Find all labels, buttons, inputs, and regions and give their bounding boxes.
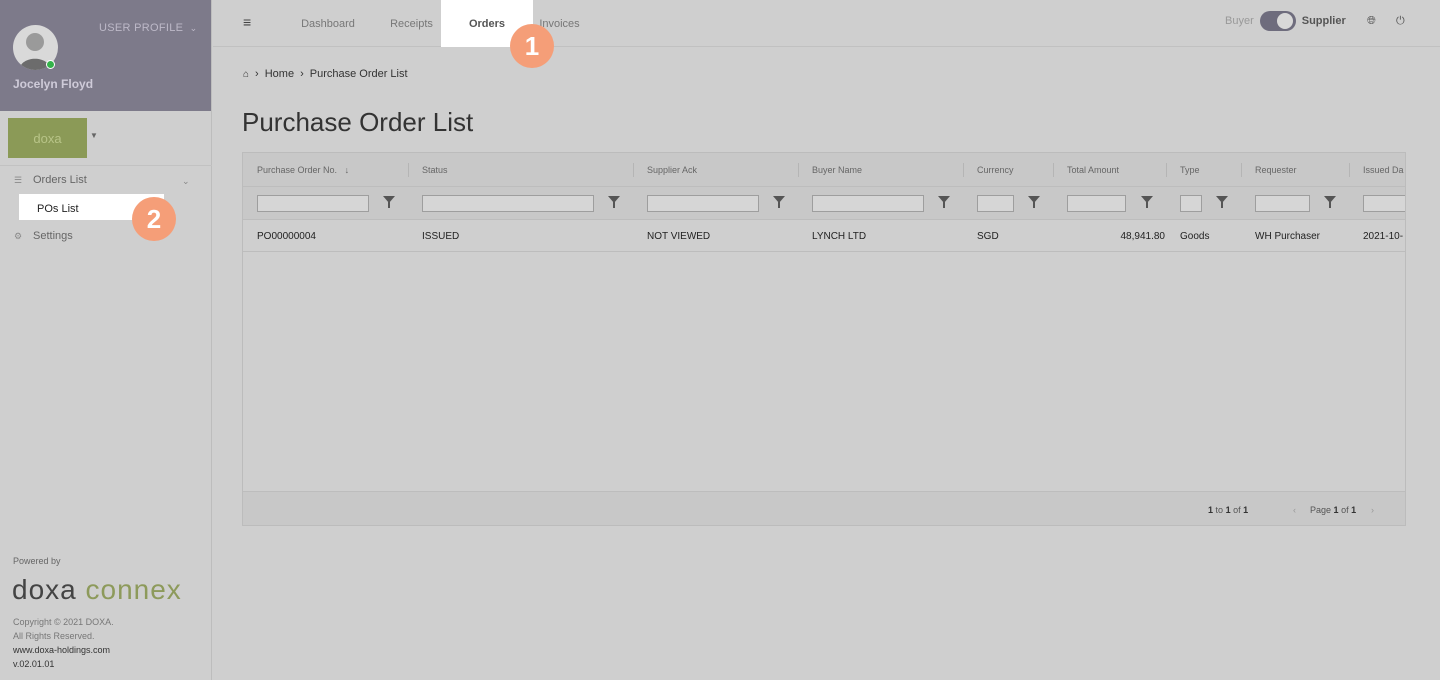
page-indicator: Page 1 of 1 [1310, 505, 1357, 515]
filter-icon[interactable] [1216, 196, 1228, 208]
filter-input-status[interactable] [422, 195, 594, 212]
online-status-dot [46, 60, 55, 69]
cell-requester: WH Purchaser [1255, 231, 1321, 242]
filter-input-currency[interactable] [977, 195, 1014, 212]
col-header-status[interactable]: Status [422, 165, 448, 175]
column-separator[interactable] [798, 163, 799, 177]
list-icon: ☰ [13, 174, 23, 185]
column-separator[interactable] [963, 163, 964, 177]
sidebar-item-settings[interactable]: ⚙ Settings [13, 230, 73, 242]
filter-input-supplier-ack[interactable] [647, 195, 759, 212]
divider [0, 165, 212, 166]
column-separator[interactable] [1166, 163, 1167, 177]
col-header-issued-date[interactable]: Issued Da [1363, 165, 1404, 175]
sidebar-item-label: Settings [33, 230, 73, 242]
website-link[interactable]: www.doxa-holdings.com [13, 645, 110, 655]
cell-supplier-ack: NOT VIEWED [647, 231, 711, 242]
grid-filter-row [243, 187, 1405, 220]
hamburger-menu-icon[interactable]: ≡ [243, 14, 251, 30]
filter-input-type[interactable] [1180, 195, 1202, 212]
sidebar-item-label: Orders List [33, 174, 87, 186]
step-badge-1: 1 [510, 24, 554, 68]
filter-input-issued-date[interactable] [1363, 195, 1405, 212]
row-count-summary: 1 to 1 of 1 [1208, 505, 1249, 515]
filter-input-po-no[interactable] [257, 195, 369, 212]
top-navbar: ≡ Dashboard Receipts Orders Invoices Buy… [213, 0, 1440, 47]
grid-pagination-bar: 1 to 1 of 1 ‹ Page 1 of 1 › [243, 491, 1405, 525]
table-row[interactable]: PO00000004 ISSUED NOT VIEWED LYNCH LTD S… [243, 220, 1405, 252]
copyright-text: Copyright © 2021 DOXA. [13, 617, 114, 627]
col-header-currency[interactable]: Currency [977, 165, 1014, 175]
cell-total-amount: 48,941.80 [1120, 231, 1166, 242]
user-profile-label: USER PROFILE [99, 22, 184, 34]
filter-icon[interactable] [938, 196, 950, 208]
sidebar-item-label: POs List [37, 203, 79, 215]
caret-down-icon[interactable]: ▼ [90, 131, 98, 140]
column-separator[interactable] [408, 163, 409, 177]
col-header-type[interactable]: Type [1180, 165, 1200, 175]
purchase-order-grid: Purchase Order No. ↓ Status Supplier Ack… [242, 152, 1406, 526]
step-badge-2: 2 [132, 197, 176, 241]
next-page-icon[interactable]: › [1371, 505, 1374, 515]
tab-receipts[interactable]: Receipts [373, 0, 450, 47]
toggle-switch[interactable] [1259, 11, 1296, 31]
powered-by-label: Powered by [13, 556, 61, 566]
user-profile-panel: USER PROFILE ⌄ Jocelyn Floyd [0, 0, 211, 111]
breadcrumb-home[interactable]: Home [265, 68, 294, 80]
column-separator[interactable] [1349, 163, 1350, 177]
col-header-supplier-ack[interactable]: Supplier Ack [647, 165, 697, 175]
filter-icon[interactable] [773, 196, 785, 208]
filter-icon[interactable] [1141, 196, 1153, 208]
sidebar: USER PROFILE ⌄ Jocelyn Floyd doxa ▼ ☰ Or… [0, 0, 212, 680]
company-logo-text: doxa [33, 130, 62, 146]
toggle-label-supplier: Supplier [1301, 15, 1346, 27]
col-header-total-amount[interactable]: Total Amount [1067, 165, 1119, 175]
col-header-requester[interactable]: Requester [1255, 165, 1297, 175]
chevron-right-icon: › [255, 68, 259, 80]
filter-input-buyer-name[interactable] [812, 195, 924, 212]
filter-icon[interactable] [608, 196, 620, 208]
cell-currency: SGD [977, 231, 999, 242]
sort-down-icon: ↓ [344, 165, 350, 175]
breadcrumb-current: Purchase Order List [309, 68, 408, 80]
chevron-right-icon: › [300, 68, 304, 80]
company-logo[interactable]: doxa [8, 118, 87, 158]
breadcrumb: ⌂ › Home › Purchase Order List [243, 68, 408, 80]
power-icon[interactable]: ⏻ [1396, 15, 1405, 28]
cell-type: Goods [1180, 231, 1210, 242]
filter-icon[interactable] [383, 196, 395, 208]
page-title: Purchase Order List [242, 107, 474, 137]
filter-input-total-amount[interactable] [1067, 195, 1126, 212]
col-header-po-no[interactable]: Purchase Order No. ↓ [257, 165, 349, 175]
column-separator[interactable] [633, 163, 634, 177]
toggle-label-buyer: Buyer [1225, 15, 1254, 27]
rights-text: All Rights Reserved. [13, 631, 95, 641]
version-text: v.02.01.01 [13, 659, 55, 669]
prev-page-icon[interactable]: ‹ [1293, 505, 1296, 515]
filter-icon[interactable] [1028, 196, 1040, 208]
filter-input-requester[interactable] [1255, 195, 1310, 212]
col-header-buyer-name[interactable]: Buyer Name [812, 165, 862, 175]
column-separator[interactable] [1053, 163, 1054, 177]
cell-buyer-name: LYNCH LTD [812, 231, 867, 242]
toggle-knob [1276, 13, 1293, 29]
cell-issued-date: 2021-10- [1363, 231, 1404, 242]
grid-header-row: Purchase Order No. ↓ Status Supplier Ack… [243, 153, 1405, 187]
buyer-supplier-toggle[interactable]: Buyer Supplier [1225, 11, 1346, 31]
chevron-down-icon: ⌄ [189, 23, 198, 33]
cell-po-no[interactable]: PO00000004 [257, 231, 316, 242]
home-icon[interactable]: ⌂ [243, 69, 249, 80]
chevron-down-icon[interactable]: ⌄ [182, 176, 190, 187]
cell-status: ISSUED [422, 231, 460, 242]
column-separator[interactable] [1241, 163, 1242, 177]
globe-icon[interactable]: 🌐︎ [1367, 15, 1376, 28]
filter-icon[interactable] [1324, 196, 1336, 208]
doxa-connex-logo: doxa connex [12, 574, 182, 605]
user-profile-dropdown[interactable]: USER PROFILE ⌄ [99, 22, 198, 34]
user-name: Jocelyn Floyd [13, 77, 94, 91]
sidebar-item-orders-list[interactable]: ☰ Orders List [13, 174, 87, 186]
tab-dashboard[interactable]: Dashboard [288, 0, 368, 47]
gear-icon: ⚙ [13, 230, 23, 241]
